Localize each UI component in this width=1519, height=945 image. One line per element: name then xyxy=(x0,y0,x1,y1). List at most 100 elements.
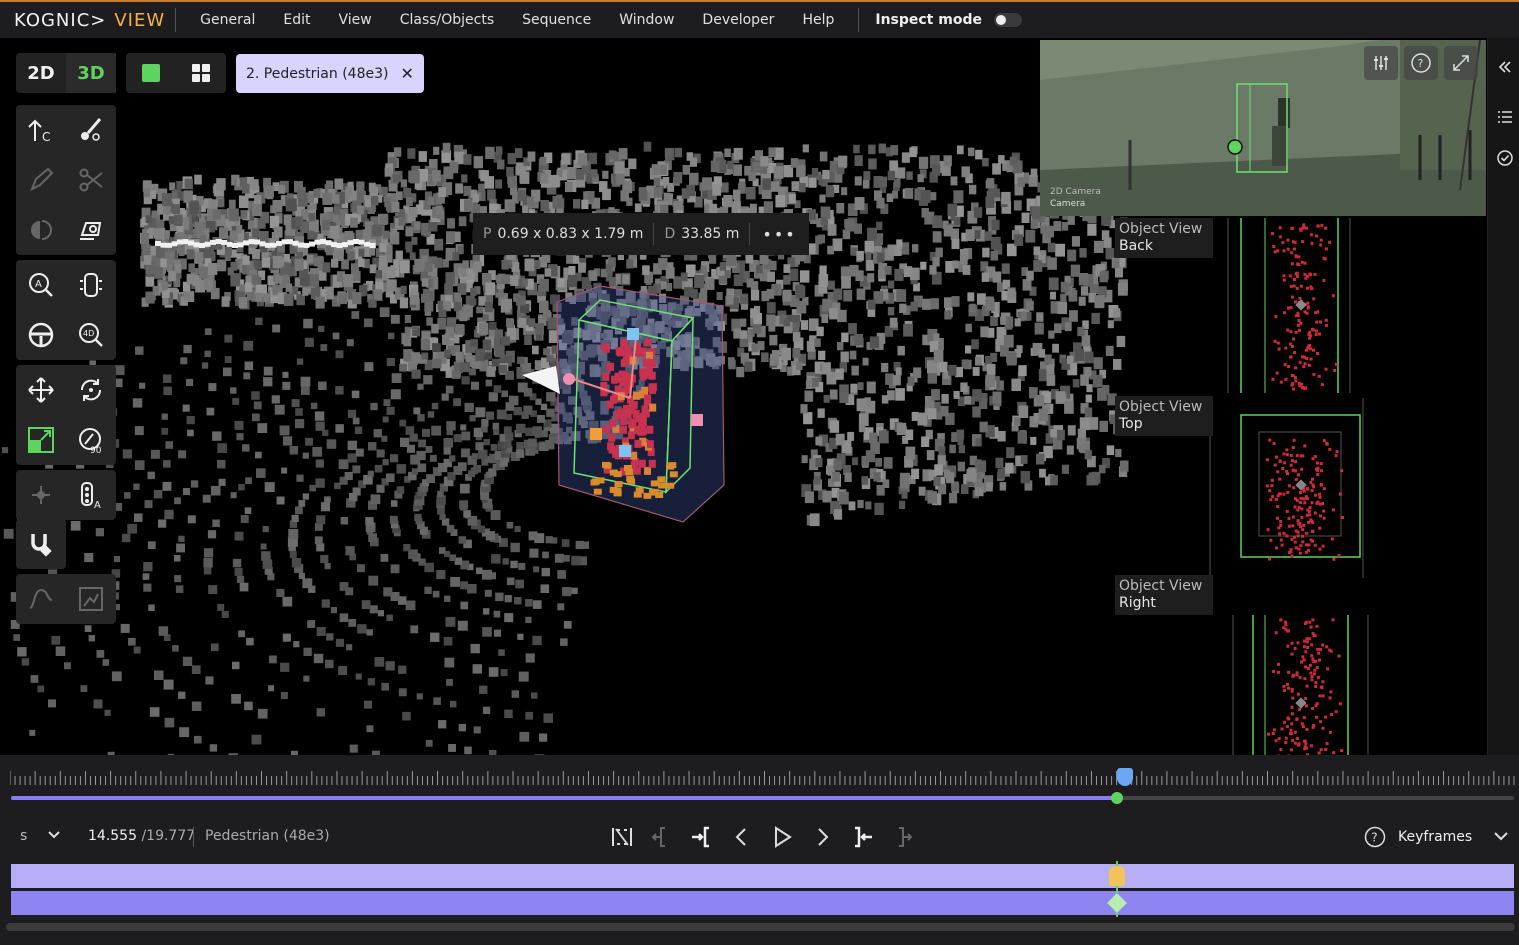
collapse-sidebar-button[interactable] xyxy=(1494,56,1516,78)
camera-project-button[interactable] xyxy=(66,205,116,255)
object-track-lane[interactable] xyxy=(11,864,1514,888)
mode-3d-button[interactable]: 3D xyxy=(66,53,116,93)
timeline-ticks[interactable] xyxy=(10,769,1515,785)
mode-2d-button[interactable]: 2D xyxy=(16,53,66,93)
object-tab-label: 2. Pedestrian (48e3) xyxy=(246,65,389,82)
object-view-right-label: Object View Right xyxy=(1115,575,1213,615)
single-view-button[interactable] xyxy=(126,53,176,93)
rotate-tool-button[interactable] xyxy=(66,365,116,415)
menu-general[interactable]: General xyxy=(186,2,269,38)
auto-traffic-light-button[interactable]: A xyxy=(66,470,116,520)
size-label: P xyxy=(483,226,492,242)
svg-text:A: A xyxy=(35,279,42,290)
expand-icon xyxy=(1453,55,1469,71)
keyframe-marker[interactable] xyxy=(1109,866,1125,886)
jump-end-keyframe-button[interactable] xyxy=(848,823,876,851)
jump-start-keyframe-button[interactable] xyxy=(688,823,716,851)
arrow-up-c-icon: C xyxy=(28,119,50,144)
menu-window[interactable]: Window xyxy=(605,2,688,38)
driver-view-button[interactable] xyxy=(16,310,66,360)
camera-help-button[interactable]: ? xyxy=(1404,46,1438,80)
menu-bar: KOGNIC> VIEW General Edit View Class/Obj… xyxy=(0,0,1519,38)
mirror-tool-button[interactable] xyxy=(16,205,66,255)
pen-icon xyxy=(30,167,54,192)
align-tool-button[interactable] xyxy=(16,470,66,520)
object-tab[interactable]: 2. Pedestrian (48e3) ✕ xyxy=(236,54,424,93)
magnet-tool-button[interactable] xyxy=(16,519,66,569)
3d-viewport[interactable]: 2D 3D 2. Pedestrian (48e3) ✕ C A 4D 90 A… xyxy=(0,38,1487,755)
tool-group-magnet xyxy=(16,519,66,569)
prev-keyframe-icon xyxy=(651,827,665,847)
zoom-auto-icon: A xyxy=(29,273,53,297)
chevron-down-icon[interactable] xyxy=(46,826,62,846)
play-button[interactable] xyxy=(768,823,796,851)
single-view-icon xyxy=(142,64,160,82)
menu-edit[interactable]: Edit xyxy=(269,2,324,38)
zoom-4d-button[interactable]: 4D xyxy=(66,310,116,360)
menu-view[interactable]: View xyxy=(324,2,385,38)
app-logo: KOGNIC> VIEW xyxy=(0,2,165,38)
create-tool-button[interactable]: C xyxy=(16,105,66,155)
object-list-button[interactable] xyxy=(1494,106,1516,128)
scale-icon xyxy=(28,427,54,453)
camera-settings-button[interactable] xyxy=(1364,46,1398,80)
camera-view[interactable]: ? 2D Camera Camera xyxy=(1040,40,1486,216)
toggle-knob xyxy=(995,15,1006,25)
horizontal-scrollbar[interactable] xyxy=(6,923,1515,931)
product-name: VIEW xyxy=(114,9,166,31)
more-options-button[interactable]: ••• xyxy=(750,225,808,244)
menu-sequence[interactable]: Sequence xyxy=(508,2,605,38)
grid-view-button[interactable] xyxy=(176,53,226,93)
split-tool-button[interactable] xyxy=(66,155,116,205)
list-icon xyxy=(1498,111,1512,123)
timeline-progress xyxy=(11,796,1118,800)
polygon-tool-button[interactable] xyxy=(66,574,116,624)
polygon-icon xyxy=(79,587,103,611)
magnet-icon xyxy=(31,534,52,557)
zoom-4d-icon: 4D xyxy=(79,323,103,347)
close-icon[interactable]: ✕ xyxy=(400,64,413,83)
prev-frame-button[interactable] xyxy=(728,823,756,851)
tool-group-draw xyxy=(16,574,116,624)
tool-group-transform: 90 xyxy=(16,365,116,465)
object-view-top-plot xyxy=(1209,398,1364,578)
prev-keyframe-button[interactable] xyxy=(648,823,676,851)
keyframes-dropdown-label[interactable]: Keyframes xyxy=(1398,829,1472,845)
camera-caption: 2D Camera Camera xyxy=(1050,186,1101,210)
chevron-down-icon[interactable] xyxy=(1492,827,1510,849)
pen-tool-button[interactable] xyxy=(16,155,66,205)
frame-marker[interactable] xyxy=(1117,768,1133,786)
rotate-90-icon: 90 xyxy=(79,428,102,455)
scale-tool-button[interactable] xyxy=(16,415,66,465)
menu-developer[interactable]: Developer xyxy=(688,2,788,38)
size-value: 0.69 x 0.83 x 1.79 m xyxy=(497,226,644,242)
camera-icon xyxy=(80,222,102,240)
camera-expand-button[interactable] xyxy=(1444,46,1478,80)
keyframe-track-lane[interactable] xyxy=(11,891,1514,915)
auto-zoom-button[interactable]: A xyxy=(16,260,66,310)
next-frame-button[interactable] xyxy=(808,823,836,851)
inspect-mode-toggle[interactable] xyxy=(993,13,1022,27)
timeline-scrubber[interactable] xyxy=(11,796,1514,800)
next-keyframe-button[interactable] xyxy=(888,823,916,851)
playhead-handle[interactable] xyxy=(1111,792,1123,804)
object-view-top-label: Object View Top xyxy=(1115,396,1213,436)
camera-title: 2D Camera xyxy=(1050,187,1101,197)
rotate-90-button[interactable]: 90 xyxy=(66,415,116,465)
menu-class-objects[interactable]: Class/Objects xyxy=(386,2,508,38)
paint-tool-button[interactable] xyxy=(66,105,116,155)
object-view-back-label: Object View Back xyxy=(1115,218,1213,258)
move-tool-button[interactable] xyxy=(16,365,66,415)
clear-keyframes-button[interactable] xyxy=(608,823,636,851)
curve-tool-button[interactable] xyxy=(16,574,66,624)
tool-group-align: A xyxy=(16,470,116,520)
help-icon[interactable]: ? xyxy=(1364,826,1386,852)
svg-text:A: A xyxy=(94,500,101,510)
timeline-panel: s 14.555 /19.777 Pedestrian (48e3) ? Key… xyxy=(0,755,1519,945)
menu-help[interactable]: Help xyxy=(788,2,848,38)
ego-vehicle-button[interactable] xyxy=(66,260,116,310)
jump-in-icon xyxy=(692,826,709,848)
review-button[interactable] xyxy=(1494,147,1516,169)
object-view-title: Object View xyxy=(1119,399,1203,415)
svg-text:?: ? xyxy=(1371,831,1377,845)
